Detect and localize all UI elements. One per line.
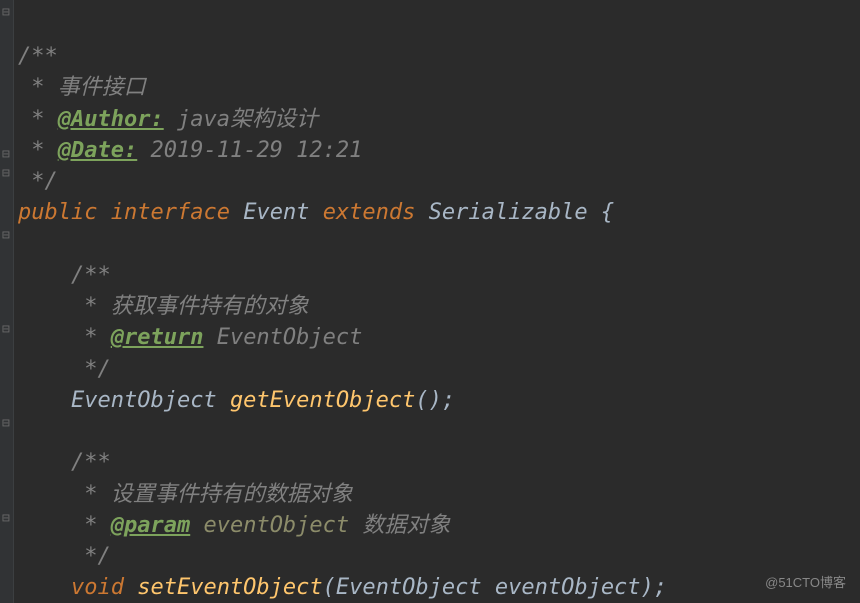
javadoc-line: * xyxy=(18,107,58,132)
class-name: Event xyxy=(243,200,309,225)
method-name: getEventObject xyxy=(230,388,415,413)
return-type: EventObject xyxy=(71,388,217,413)
javadoc-open: /** xyxy=(71,450,111,475)
javadoc-author-value: java架构设计 xyxy=(164,107,318,132)
javadoc-desc: 获取事件持有的对象 xyxy=(111,294,309,319)
javadoc-desc: 事件接口 xyxy=(58,75,146,100)
keyword-extends: extends xyxy=(323,200,416,225)
fold-marker-icon[interactable]: ⊟ xyxy=(2,322,12,332)
javadoc-line: * xyxy=(18,75,58,100)
javadoc-date-tag: @Date: xyxy=(58,138,137,163)
semicolon: ; xyxy=(442,388,455,413)
javadoc-desc: 设置事件持有的数据对象 xyxy=(111,482,353,507)
param-var: eventObject xyxy=(482,575,641,600)
code-editor[interactable]: /** * 事件接口 * @Author: java架构设计 * @Date: … xyxy=(0,0,860,603)
fold-marker-icon[interactable]: ⊟ xyxy=(2,166,12,176)
javadoc-return-tag: @return xyxy=(111,325,204,350)
paren-open: ( xyxy=(323,575,336,600)
param-type: EventObject xyxy=(336,575,482,600)
fold-marker-icon[interactable]: ⊟ xyxy=(2,228,12,238)
javadoc-param-tag: @param xyxy=(111,513,190,538)
keyword-interface: interface xyxy=(111,200,230,225)
keyword-public: public xyxy=(18,200,97,225)
javadoc-close: */ xyxy=(71,357,111,382)
params: () xyxy=(415,388,442,413)
javadoc-line: * xyxy=(71,294,111,319)
javadoc-author-tag: @Author: xyxy=(58,107,164,132)
method-name: setEventObject xyxy=(137,575,322,600)
fold-marker-icon[interactable]: ⊟ xyxy=(2,511,12,521)
javadoc-return-value: EventObject xyxy=(203,325,362,350)
javadoc-open: /** xyxy=(71,263,111,288)
javadoc-date-value: 2019-11-29 12:21 xyxy=(137,138,362,163)
class-serializable: Serializable xyxy=(429,200,588,225)
fold-marker-icon[interactable]: ⊟ xyxy=(2,416,12,426)
javadoc-line: * xyxy=(18,138,58,163)
javadoc-open: /** xyxy=(18,44,58,69)
javadoc-line: * xyxy=(71,482,111,507)
fold-marker-icon[interactable]: ⊟ xyxy=(2,5,12,15)
semicolon: ; xyxy=(654,575,667,600)
javadoc-line: * xyxy=(71,325,111,350)
javadoc-param-name: eventObject xyxy=(190,513,349,538)
javadoc-close: */ xyxy=(18,169,58,194)
gutter: ⊟ ⊟ ⊟ ⊟ ⊟ ⊟ ⊟ xyxy=(0,0,14,603)
return-type-void: void xyxy=(71,575,124,600)
watermark: @51CTO博客 xyxy=(765,572,846,591)
fold-marker-icon[interactable]: ⊟ xyxy=(2,147,12,157)
javadoc-line: * xyxy=(71,513,111,538)
javadoc-close: */ xyxy=(71,544,111,569)
javadoc-param-desc: 数据对象 xyxy=(349,513,450,538)
paren-close: ) xyxy=(641,575,654,600)
brace-open: { xyxy=(588,200,615,225)
